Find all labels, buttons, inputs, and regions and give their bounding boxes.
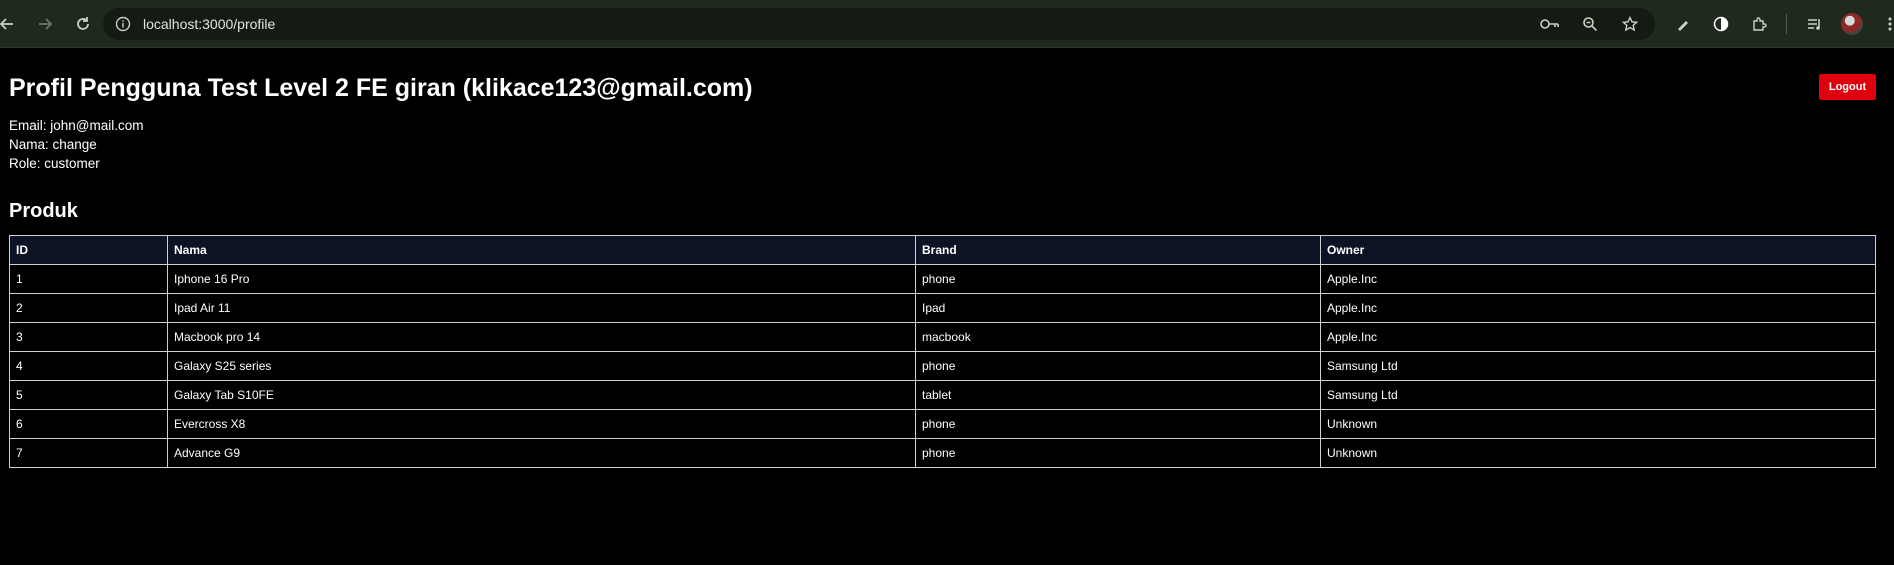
cell-nama: Galaxy Tab S10FE <box>167 380 916 410</box>
user-info: Email: john@mail.com Nama: change Role: … <box>9 116 144 173</box>
table-header-row: ID Nama Brand Owner <box>9 235 1876 265</box>
password-key-icon[interactable] <box>1535 9 1565 39</box>
table-row: 2 Ipad Air 11 Ipad Apple.Inc <box>9 293 1876 323</box>
bookmark-star-icon[interactable] <box>1615 9 1645 39</box>
cell-owner: Apple.Inc <box>1320 264 1876 294</box>
cell-brand: macbook <box>915 322 1321 352</box>
page-title: Profil Pengguna Test Level 2 FE giran (k… <box>9 74 753 102</box>
cell-id: 7 <box>9 438 168 468</box>
cell-nama: Evercross X8 <box>167 409 916 439</box>
table-row: 5 Galaxy Tab S10FE tablet Samsung Ltd <box>9 380 1876 410</box>
column-header-owner: Owner <box>1320 235 1876 265</box>
site-info-icon[interactable] <box>113 14 133 34</box>
user-email: Email: john@mail.com <box>9 118 144 133</box>
column-header-brand: Brand <box>915 235 1321 265</box>
cell-id: 6 <box>9 409 168 439</box>
table-row: 7 Advance G9 phone Unknown <box>9 438 1876 468</box>
url-text[interactable]: localhost:3000/profile <box>143 16 275 32</box>
cell-brand: Ipad <box>915 293 1321 323</box>
cell-nama: Iphone 16 Pro <box>167 264 916 294</box>
products-heading: Produk <box>9 200 78 222</box>
reading-list-icon[interactable] <box>1799 9 1829 39</box>
back-icon[interactable] <box>0 9 22 39</box>
column-header-id: ID <box>9 235 168 265</box>
zoom-icon[interactable] <box>1575 9 1605 39</box>
cell-owner: Unknown <box>1320 438 1876 468</box>
toolbar-divider <box>1786 14 1787 34</box>
cell-brand: tablet <box>915 380 1321 410</box>
cell-nama: Ipad Air 11 <box>167 293 916 323</box>
cell-id: 2 <box>9 293 168 323</box>
profile-avatar[interactable] <box>1837 9 1867 39</box>
cell-brand: phone <box>915 264 1321 294</box>
avatar <box>1841 13 1863 35</box>
cell-id: 1 <box>9 264 168 294</box>
cell-id: 4 <box>9 351 168 381</box>
table-row: 6 Evercross X8 phone Unknown <box>9 409 1876 439</box>
cell-owner: Apple.Inc <box>1320 322 1876 352</box>
column-header-nama: Nama <box>167 235 916 265</box>
cell-owner: Apple.Inc <box>1320 293 1876 323</box>
user-name: Nama: change <box>9 137 97 152</box>
cell-id: 3 <box>9 322 168 352</box>
user-role: Role: customer <box>9 156 100 171</box>
cell-nama: Macbook pro 14 <box>167 322 916 352</box>
cell-brand: phone <box>915 438 1321 468</box>
cell-id: 5 <box>9 380 168 410</box>
forward-icon[interactable] <box>30 9 60 39</box>
cell-owner: Unknown <box>1320 409 1876 439</box>
address-bar[interactable]: localhost:3000/profile <box>103 8 1655 40</box>
logout-button[interactable]: Logout <box>1819 74 1876 100</box>
cell-nama: Advance G9 <box>167 438 916 468</box>
cell-brand: phone <box>915 351 1321 381</box>
table-row: 3 Macbook pro 14 macbook Apple.Inc <box>9 322 1876 352</box>
reload-icon[interactable] <box>68 9 98 39</box>
extensions-icon[interactable] <box>1744 9 1774 39</box>
cell-nama: Galaxy S25 series <box>167 351 916 381</box>
more-menu-icon[interactable] <box>1875 9 1894 39</box>
table-row: 4 Galaxy S25 series phone Samsung Ltd <box>9 351 1876 381</box>
products-table: ID Nama Brand Owner 1 Iphone 16 Pro phon… <box>9 235 1876 468</box>
table-row: 1 Iphone 16 Pro phone Apple.Inc <box>9 264 1876 294</box>
cell-owner: Samsung Ltd <box>1320 380 1876 410</box>
contrast-icon[interactable] <box>1706 9 1736 39</box>
cell-brand: phone <box>915 409 1321 439</box>
pen-icon[interactable] <box>1668 9 1698 39</box>
browser-toolbar: localhost:3000/profile <box>0 0 1894 48</box>
cell-owner: Samsung Ltd <box>1320 351 1876 381</box>
